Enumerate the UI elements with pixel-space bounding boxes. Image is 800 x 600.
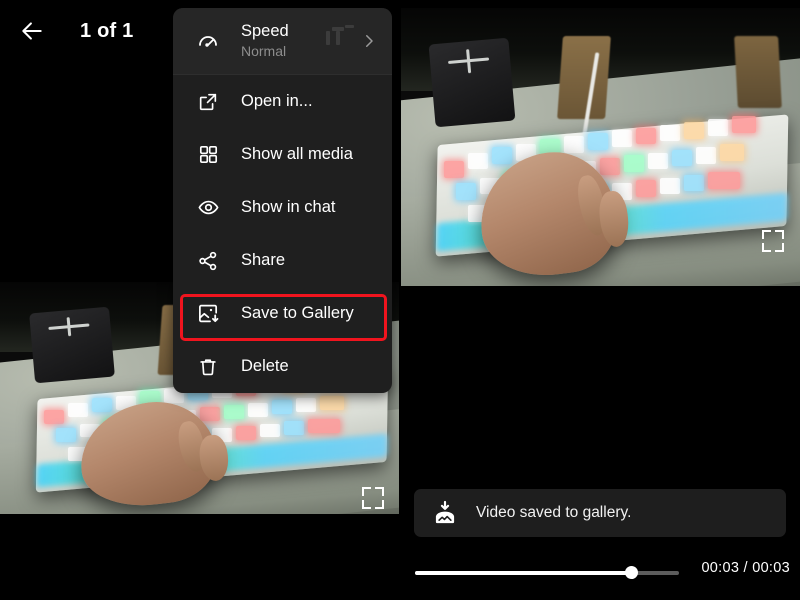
menu-item-open-in[interactable]: Open in... xyxy=(173,75,392,128)
fullscreen-icon[interactable] xyxy=(362,487,384,509)
download-to-gallery-icon xyxy=(432,500,458,526)
speedometer-icon xyxy=(193,29,223,53)
screen-root: 1 of 1 Speed Normal Open in... Show all … xyxy=(0,0,800,600)
menu-item-label: Show in chat xyxy=(241,198,336,216)
arrow-left-icon xyxy=(22,22,42,40)
seek-thumb[interactable] xyxy=(625,566,639,579)
menu-item-label: Open in... xyxy=(241,92,313,110)
page-counter: 1 of 1 xyxy=(80,19,134,42)
toast-message: Video saved to gallery. xyxy=(476,504,632,521)
menu-item-save-to-gallery[interactable]: Save to Gallery xyxy=(173,287,392,340)
chevron-right-icon xyxy=(360,32,378,50)
time-display: 00:03 / 00:03 xyxy=(701,560,790,576)
left-panel: 1 of 1 Speed Normal Open in... Show all … xyxy=(0,0,400,600)
background-artifact xyxy=(326,25,354,47)
share-icon xyxy=(193,250,223,272)
menu-item-label: Delete xyxy=(241,357,289,375)
toast-notification: Video saved to gallery. xyxy=(414,489,786,537)
menu-item-label: Save to Gallery xyxy=(241,304,354,322)
eye-icon xyxy=(193,196,223,219)
menu-item-label: Show all media xyxy=(241,145,353,163)
video-preview-right[interactable] xyxy=(400,8,800,286)
right-panel: Video saved to gallery. 00:03 / 00:03 xyxy=(400,0,800,600)
context-menu: Speed Normal Open in... Show all media S… xyxy=(173,8,392,393)
menu-item-show-in-chat[interactable]: Show in chat xyxy=(173,181,392,234)
back-button[interactable] xyxy=(8,7,56,55)
menu-item-delete[interactable]: Delete xyxy=(173,340,392,393)
grid-icon xyxy=(193,144,223,165)
keyboard-scene-right xyxy=(400,8,800,286)
player-controls: 00:03 / 00:03 xyxy=(400,556,800,590)
panel-divider xyxy=(399,0,401,600)
save-image-icon xyxy=(193,302,223,325)
menu-item-share[interactable]: Share xyxy=(173,234,392,287)
seek-bar[interactable] xyxy=(415,566,679,579)
fullscreen-icon[interactable] xyxy=(762,230,784,252)
menu-item-speed[interactable]: Speed Normal xyxy=(173,8,392,74)
menu-item-show-all-media[interactable]: Show all media xyxy=(173,128,392,181)
open-in-new-icon xyxy=(193,91,223,113)
trash-icon xyxy=(193,356,223,378)
seek-progress xyxy=(415,571,632,575)
menu-item-label: Share xyxy=(241,251,286,269)
